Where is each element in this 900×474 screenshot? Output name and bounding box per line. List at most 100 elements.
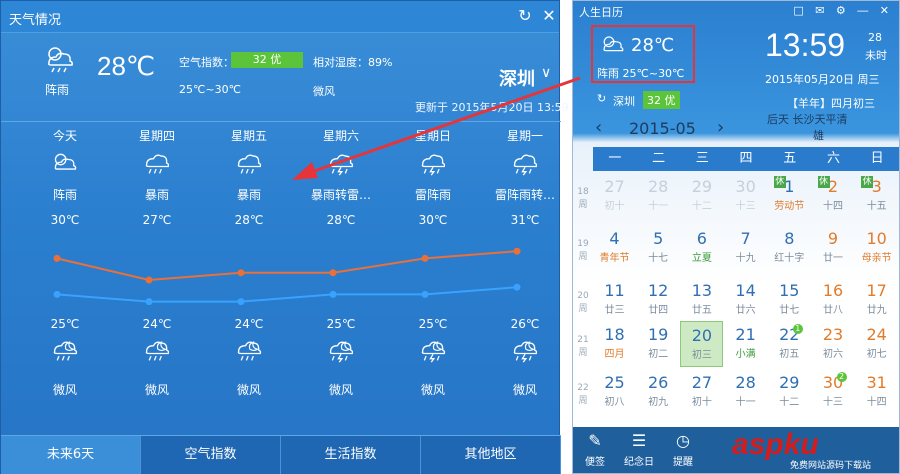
calendar-day[interactable]: 8 红十字 (768, 225, 811, 271)
lunar-day: 母亲节 (861, 253, 892, 264)
lunar-day: 十四 (866, 397, 887, 408)
day-wind: 微风 (420, 383, 445, 397)
lunar-day: 立夏 (691, 253, 712, 264)
calendar-day[interactable]: 28 十一 (724, 369, 767, 415)
calendar-day[interactable]: 6 立夏 (680, 225, 723, 271)
lunar-day: 廿六 (735, 305, 756, 316)
calendar-day[interactable]: 23 初六 (812, 321, 855, 367)
calendar-day[interactable]: 31 十四 (855, 369, 898, 415)
calendar-day[interactable]: 1 劳动节休 (768, 173, 811, 219)
tab-air-index[interactable]: 空气指数 (141, 436, 281, 474)
thunder-rain-icon (513, 154, 538, 176)
reminder-button[interactable]: ◷ 提醒 (661, 427, 705, 473)
day-name: 星期五 (230, 129, 267, 143)
calendar-day[interactable]: 26 初九 (637, 369, 680, 415)
calendar-day[interactable]: 22 初五 1 (768, 321, 811, 367)
day-number: 9 (827, 229, 839, 248)
humidity-text: 相对湿度：89% (313, 56, 393, 69)
calendar-day[interactable]: 14 廿六 (724, 277, 767, 323)
lunar-day: 初十 (691, 397, 712, 408)
aqi-label: 空气指数： (179, 56, 234, 69)
calendar-day[interactable]: 16 廿八 (812, 277, 855, 323)
day-high: 31℃ (510, 213, 540, 227)
calendar-day[interactable]: 27 初十 (593, 173, 636, 219)
calendar-day[interactable]: 27 初十 (680, 369, 723, 415)
high-temp-point (513, 247, 521, 255)
heavy-rain-icon (237, 154, 262, 174)
prev-month-button[interactable]: ‹ (595, 117, 602, 138)
calendar-day[interactable]: 4 青年节 (593, 225, 636, 271)
calendar-day[interactable]: 28 十一 (637, 173, 680, 219)
notes-label: 便签 (585, 457, 605, 468)
day-number: 25 (604, 373, 625, 392)
day-condition: 阵雨 (52, 188, 77, 202)
lunar-day: 十一 (735, 397, 756, 408)
day-number: 21 (735, 325, 756, 344)
temperature-range: 25℃~30℃ (179, 83, 241, 96)
calendar-day[interactable]: 30 十三 (724, 173, 767, 219)
refresh-icon[interactable]: ↻ (597, 92, 606, 105)
calendar-day[interactable]: 10 母亲节 (855, 225, 898, 271)
calendar-day[interactable]: 5 十七 (637, 225, 680, 271)
tab-forecast[interactable]: 未来6天 (1, 436, 141, 474)
calendar-day[interactable]: 29 十二 (680, 173, 723, 219)
calendar-day[interactable]: 25 初八 (593, 369, 636, 415)
weather-titlebar: 天气情况 ↻ ✕ (1, 1, 559, 33)
lunar-day: 十二 (779, 397, 800, 408)
lunar-day: 廿一 (823, 253, 843, 264)
tab-life-index[interactable]: 生活指数 (281, 436, 421, 474)
weather-panel: 天气情况 ↻ ✕ 阵雨 28℃ 空气指数： 32 优 相对湿度：89% 25℃~… (0, 0, 569, 474)
lunar-day: 廿五 (691, 305, 712, 316)
calendar-day[interactable]: 18 四月 (593, 321, 636, 367)
calendar-day[interactable]: 3 十五休 (855, 173, 898, 219)
calendar-day[interactable]: 7 十九 (724, 225, 767, 271)
day-number: 22 (779, 325, 800, 344)
weather-tabs: 未来6天 空气指数 生活指数 其他地区 (1, 435, 561, 474)
lunar-day: 十一 (648, 201, 669, 212)
day-number: 5 (653, 229, 664, 248)
calendar-day[interactable]: 17 廿九 (855, 277, 898, 323)
lunar-day: 初二 (648, 349, 669, 360)
day-name: 星期四 (138, 129, 175, 143)
city-selector[interactable]: 深圳 (499, 65, 535, 91)
next-month-button[interactable]: › (717, 117, 724, 138)
day-number: 12 (648, 281, 669, 300)
high-temp-point (53, 254, 61, 262)
calendar-city[interactable]: 深圳 (613, 93, 635, 109)
tab-other-regions[interactable]: 其他地区 (421, 436, 561, 474)
anniversary-button[interactable]: ☰ 纪念日 (617, 427, 661, 473)
day-number: 14 (735, 281, 756, 300)
low-temp-point (145, 298, 153, 306)
calendar-day-today[interactable]: 20 初三 (680, 321, 724, 367)
calendar-day[interactable]: 24 初七 (855, 321, 898, 367)
close-icon[interactable]: ✕ (539, 6, 559, 26)
window-controls[interactable]: □ ✉ ⚙ ― ✕ (793, 4, 893, 17)
chevron-down-icon[interactable]: ∨ (541, 65, 551, 81)
aqi-badge[interactable]: 32 优 (231, 52, 303, 68)
holiday-badge: 休 (773, 176, 786, 188)
day-wind: 微风 (52, 383, 77, 397)
calendar-day[interactable]: 9 廿一 (812, 225, 855, 271)
calendar-day[interactable]: 30 十三 2 (812, 369, 855, 415)
notes-button[interactable]: ✎ 便签 (573, 427, 617, 473)
calendar-day[interactable]: 2 十四休 (812, 173, 855, 219)
day-wind: 微风 (328, 383, 353, 397)
day-number: 27 (691, 373, 713, 392)
calendar-day[interactable]: 13 廿五 (680, 277, 723, 323)
reminder-label: 提醒 (673, 457, 693, 468)
calendar-day[interactable]: 15 廿七 (768, 277, 811, 323)
weather-title: 天气情况 (9, 13, 62, 28)
current-temperature: 28℃ (97, 51, 156, 81)
day-number: 10 (866, 229, 887, 248)
calendar-day[interactable]: 21 小满 (724, 321, 767, 367)
thunder-rain-icon (421, 154, 446, 176)
night-rain-icon (145, 341, 170, 361)
lunar-day: 四月 (604, 349, 625, 360)
calendar-day[interactable]: 11 廿三 (593, 277, 636, 323)
calendar-weather-box[interactable]: 28℃ 阵雨 25℃~30℃ (591, 25, 695, 83)
calendar-day[interactable]: 19 初二 (637, 321, 680, 367)
calendar-day[interactable]: 12 廿四 (637, 277, 680, 323)
low-temp-point (513, 283, 521, 291)
calendar-day[interactable]: 29 十二 (768, 369, 811, 415)
refresh-icon[interactable]: ↻ (515, 6, 535, 26)
